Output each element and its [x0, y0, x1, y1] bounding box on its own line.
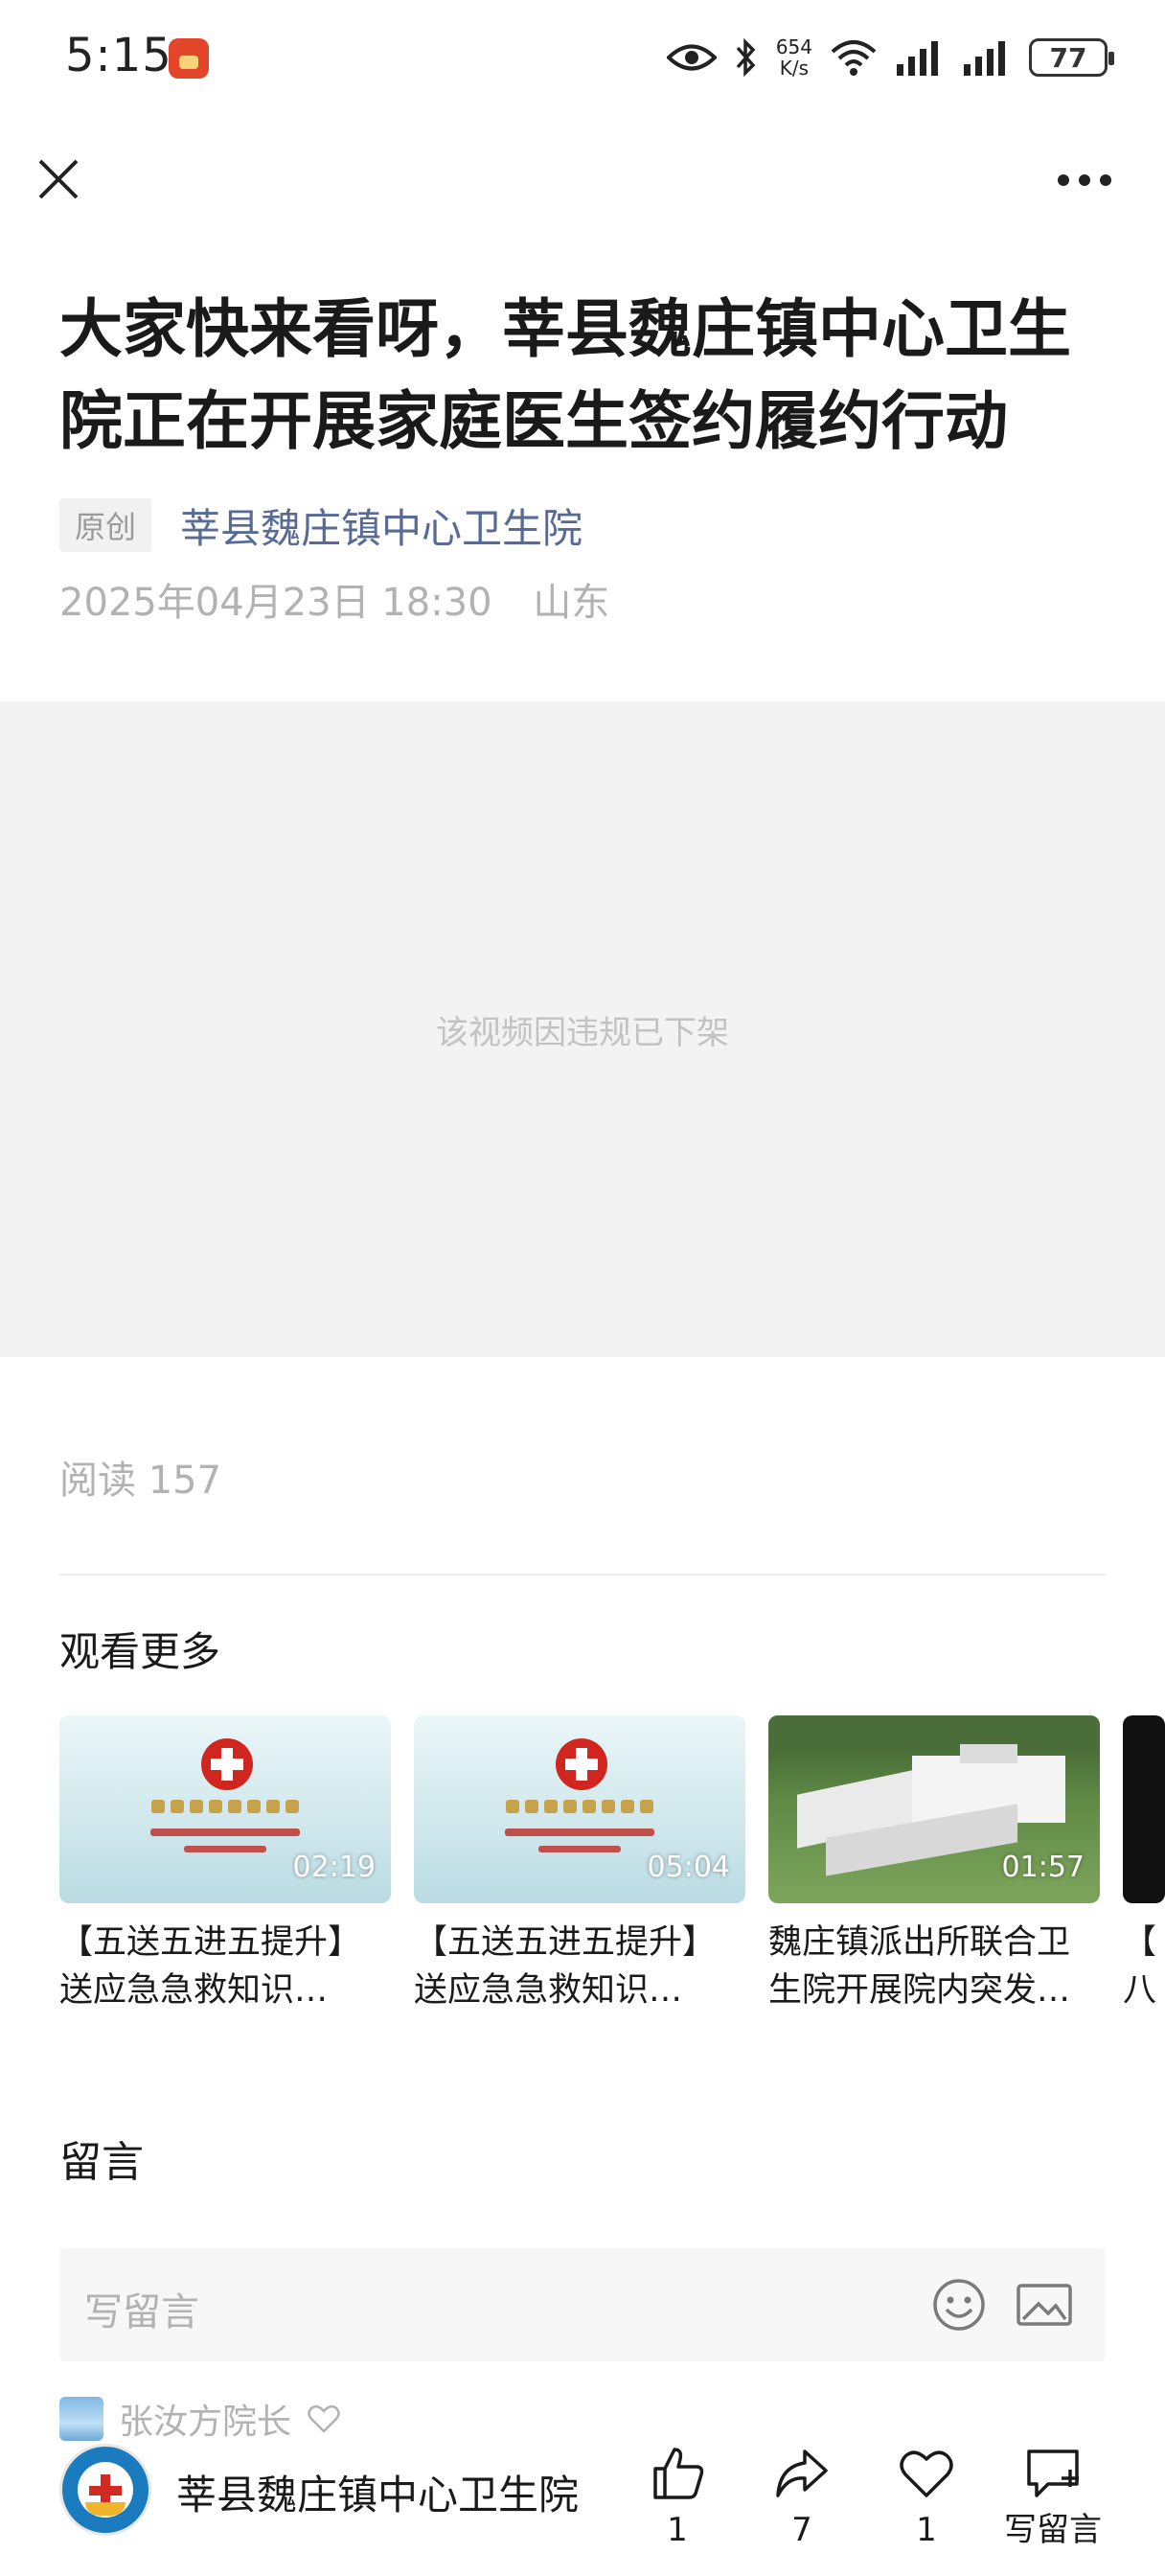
divider	[59, 1574, 1106, 1576]
video-card[interactable]: 【 八	[1123, 1715, 1165, 2014]
video-duration: 05:04	[647, 1851, 730, 1884]
thumbs-up-icon	[653, 2448, 704, 2499]
article-title-line2: 院正在开展家庭医生签约履约行动	[59, 384, 1008, 458]
bottom-bar: 张汝方院长 莘县魏庄镇中心卫生院 1 7 1 写留言	[0, 2367, 1165, 2576]
video-placeholder: 该视频因违规已下架	[0, 702, 1165, 1357]
app-notification-icon	[169, 38, 209, 79]
video-card[interactable]: 01:57 魏庄镇派出所联合卫 生院开展院内突发…	[768, 1715, 1100, 2014]
video-duration: 01:57	[1001, 1851, 1085, 1884]
video-title: 魏庄镇派出所联合卫 生院开展院内突发…	[768, 1923, 1071, 2010]
bluetooth-icon	[736, 38, 756, 77]
bottom-account-name[interactable]: 莘县魏庄镇中心卫生院	[176, 2463, 579, 2521]
wifi-icon	[831, 40, 877, 76]
account-logo[interactable]	[59, 2444, 151, 2536]
latest-comment-preview[interactable]: 张汝方院长	[59, 2394, 341, 2444]
comments-heading: 留言	[59, 2138, 144, 2187]
network-speed-unit: K/s	[779, 57, 810, 80]
eye-icon	[666, 44, 717, 71]
video-duration: 02:19	[292, 1851, 376, 1884]
video-thumbnail: 01:57	[768, 1715, 1100, 1903]
article-title-line1: 大家快来看呀，莘县魏庄镇中心卫生	[59, 292, 1071, 366]
like-count: 1	[667, 2511, 688, 2549]
account-name-link[interactable]: 莘县魏庄镇中心卫生院	[180, 496, 582, 555]
video-title: 【五送五进五提升】 送应急急救知识…	[59, 1923, 362, 2010]
avatar	[59, 2397, 103, 2441]
publish-date: 2025年04月23日 18:30	[59, 581, 492, 625]
battery-icon: 77	[1029, 38, 1114, 77]
video-title: 【 八	[1123, 1923, 1157, 2010]
red-cross-icon	[556, 1738, 607, 1790]
signal-icon	[897, 41, 938, 76]
close-icon[interactable]	[34, 155, 82, 203]
more-options-icon[interactable]	[1056, 172, 1113, 188]
image-icon[interactable]	[1016, 2281, 1073, 2329]
more-videos-heading: 观看更多	[59, 1628, 221, 1675]
video-thumbnail: 05:04	[414, 1715, 745, 1903]
status-time: 5:15	[65, 29, 172, 82]
video-card[interactable]: 05:04 【五送五进五提升】 送应急急救知识…	[414, 1715, 745, 2014]
comment-add-icon	[1027, 2450, 1079, 2497]
signal-icon-2	[964, 41, 1005, 76]
favorite-button[interactable]: 1	[879, 2444, 974, 2549]
read-count: 阅读 157	[59, 1459, 222, 1503]
network-speed-value: 654	[775, 35, 812, 58]
video-card[interactable]: 02:19 【五送五进五提升】 送应急急救知识…	[59, 1715, 391, 2014]
write-comment-label: 写留言	[1004, 2511, 1102, 2549]
video-thumbnail	[1123, 1715, 1165, 1903]
like-button[interactable]: 1	[629, 2444, 725, 2549]
publish-meta: 2025年04月23日 18:30 山东	[59, 571, 609, 627]
network-speed: 654 K/s	[776, 36, 812, 79]
red-cross-icon	[201, 1738, 253, 1790]
video-removed-message: 该视频因违规已下架	[436, 1013, 729, 1052]
share-count: 7	[791, 2511, 812, 2549]
commenter-name: 张汝方院长	[119, 2403, 292, 2442]
share-icon	[776, 2450, 828, 2497]
favorite-count: 1	[916, 2511, 937, 2549]
status-bar: 5:15 654 K/s 77	[0, 0, 1165, 115]
heart-icon	[900, 2450, 953, 2497]
article-title: 大家快来看呀，莘县魏庄镇中心卫生 院正在开展家庭医生签约履约行动	[59, 284, 1113, 468]
video-title: 【五送五进五提升】 送应急急救知识…	[414, 1923, 717, 2010]
publish-location: 山东	[533, 581, 610, 625]
status-icons: 654 K/s 77	[666, 29, 1114, 86]
emoji-icon[interactable]	[931, 2277, 987, 2333]
heart-icon	[308, 2404, 340, 2433]
comment-input[interactable]: 写留言	[59, 2248, 1106, 2361]
share-button[interactable]: 7	[754, 2444, 850, 2549]
video-thumbnail: 02:19	[59, 1715, 391, 1903]
original-tag: 原创	[59, 498, 151, 552]
write-comment-button[interactable]: 写留言	[976, 2444, 1130, 2549]
comment-placeholder: 写留言	[84, 2290, 199, 2334]
